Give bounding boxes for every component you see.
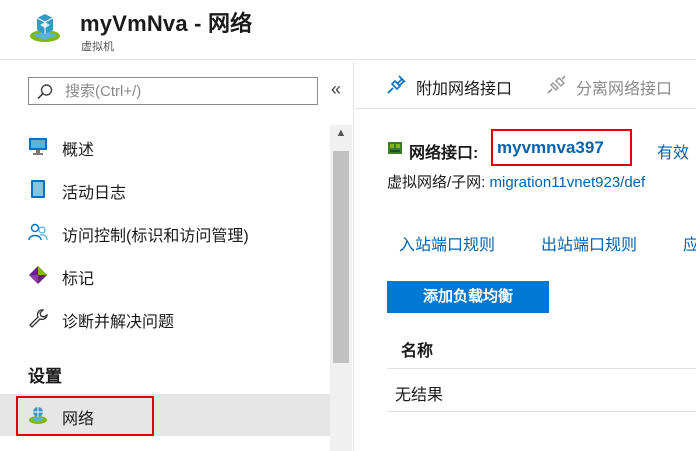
monitor-icon xyxy=(29,138,47,155)
table-row: 无结果 xyxy=(387,370,696,412)
page-header: myVmNva - 网络 虚拟机 xyxy=(0,0,696,60)
highlight-box xyxy=(491,129,632,166)
command-bar: 附加网络接口 分离网络接口 xyxy=(355,61,696,109)
detach-label: 分离网络接口 xyxy=(576,81,673,98)
sidebar-item-label: 活动日志 xyxy=(62,185,127,202)
search-box[interactable] xyxy=(28,77,318,105)
sidebar-item-access-control[interactable]: 访问控制(标识和访问管理) xyxy=(0,211,330,253)
activity-log-icon xyxy=(31,180,45,198)
rule-tabs: 入站端口规则 出站端口规则 应 xyxy=(355,221,696,261)
highlight-box xyxy=(16,396,154,436)
vnet-subnet-line: 虚拟网络/子网: migration11vnet923/def xyxy=(387,171,645,192)
vnet-subnet-link[interactable]: migration11vnet923/def xyxy=(490,174,646,191)
sidebar-item-activity-log[interactable]: 活动日志 xyxy=(0,168,330,210)
people-icon xyxy=(28,223,48,241)
effective-rules-link[interactable]: 有效 xyxy=(657,139,689,163)
empty-results-text: 无结果 xyxy=(395,387,444,404)
sidebar-item-diagnose[interactable]: 诊断并解决问题 xyxy=(0,297,330,339)
scroll-thumb[interactable] xyxy=(333,151,349,363)
virtual-machine-icon xyxy=(30,14,60,42)
network-card-icon xyxy=(388,142,402,154)
wrench-icon xyxy=(29,309,48,328)
page-subtitle: 虚拟机 xyxy=(81,41,114,53)
sidebar-item-label: 概述 xyxy=(62,142,95,159)
plug-icon xyxy=(387,75,406,94)
search-icon xyxy=(37,84,53,100)
tab-application-security-groups[interactable]: 应 xyxy=(683,231,696,255)
section-title-settings: 设置 xyxy=(28,367,62,386)
sidebar-item-label: 诊断并解决问题 xyxy=(62,314,175,331)
add-load-balancing-button[interactable]: 添加负载均衡 xyxy=(387,281,549,313)
resource-menu: « 概述 活动日志 访问控制(标识和访问管理) xyxy=(0,61,354,451)
search-input[interactable] xyxy=(65,81,305,101)
network-interface-label: 网络接口: xyxy=(409,145,479,162)
tag-icon xyxy=(29,266,47,284)
vnet-subnet-label: 虚拟网络/子网: xyxy=(387,174,486,191)
sidebar-item-label: 标记 xyxy=(62,271,95,288)
tab-outbound-port-rules[interactable]: 出站端口规则 xyxy=(541,231,637,255)
sidebar-item-overview[interactable]: 概述 xyxy=(0,125,330,167)
column-header-name: 名称 xyxy=(401,343,434,360)
page-title: myVmNva - 网络 xyxy=(80,11,253,36)
attach-label: 附加网络接口 xyxy=(416,81,513,98)
tab-inbound-port-rules[interactable]: 入站端口规则 xyxy=(399,231,495,255)
sidebar-scrollbar[interactable]: ▲ xyxy=(330,125,352,451)
scroll-up-icon[interactable]: ▲ xyxy=(334,127,348,141)
table-header: 名称 xyxy=(387,327,696,369)
unplug-icon xyxy=(547,75,566,94)
sidebar-item-tags[interactable]: 标记 xyxy=(0,254,330,296)
sidebar-item-label: 访问控制(标识和访问管理) xyxy=(62,228,249,245)
main-content: 附加网络接口 分离网络接口 网络接口: myvmnva397 有效 虚拟网络/子… xyxy=(355,61,696,451)
collapse-menu-button[interactable]: « xyxy=(326,79,346,100)
